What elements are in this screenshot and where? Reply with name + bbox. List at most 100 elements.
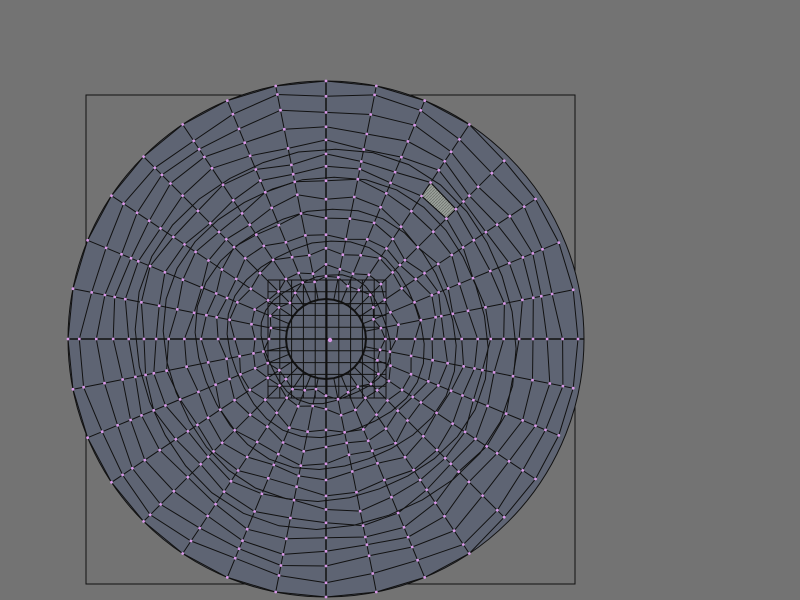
uv-vertex[interactable] xyxy=(127,337,131,341)
uv-vertex[interactable] xyxy=(129,418,133,422)
uv-vertex[interactable] xyxy=(324,508,328,511)
uv-vertex[interactable] xyxy=(189,539,193,543)
uv-vertex[interactable] xyxy=(541,247,544,251)
uv-vertex[interactable] xyxy=(451,312,455,316)
uv-vertex[interactable] xyxy=(121,473,124,477)
uv-vertex[interactable] xyxy=(339,413,343,417)
uv-vertex[interactable] xyxy=(461,394,464,397)
uv-vertex[interactable] xyxy=(248,388,252,392)
uv-vertex[interactable] xyxy=(534,424,537,428)
uv-vertex[interactable] xyxy=(374,84,378,88)
uv-vertex[interactable] xyxy=(449,462,453,466)
uv-vertex[interactable] xyxy=(286,147,290,150)
uv-vertex[interactable] xyxy=(241,539,244,543)
uv-vertex[interactable] xyxy=(367,554,371,558)
uv-vertex[interactable] xyxy=(243,141,247,145)
uv-mesh-canvas[interactable] xyxy=(0,0,800,600)
uv-vertex[interactable] xyxy=(495,508,499,512)
uv-vertex[interactable] xyxy=(490,171,494,175)
uv-vertex[interactable] xyxy=(347,453,351,457)
uv-vertex[interactable] xyxy=(389,364,392,368)
uv-vertex[interactable] xyxy=(365,132,369,136)
uv-vertex[interactable] xyxy=(406,419,409,422)
uv-vertex[interactable] xyxy=(164,404,167,407)
uv-vertex[interactable] xyxy=(245,527,249,531)
uv-pivot-vertex[interactable] xyxy=(327,337,333,343)
uv-vertex[interactable] xyxy=(103,293,107,297)
uv-vertex[interactable] xyxy=(90,291,94,294)
uv-vertex[interactable] xyxy=(281,441,285,444)
uv-vertex[interactable] xyxy=(159,503,163,506)
uv-vertex[interactable] xyxy=(430,337,434,341)
uv-vertex[interactable] xyxy=(206,514,210,518)
uv-vertex[interactable] xyxy=(387,379,391,383)
uv-vertex[interactable] xyxy=(481,368,484,372)
uv-vertex[interactable] xyxy=(355,490,358,494)
uv-vertex[interactable] xyxy=(370,449,374,453)
uv-vertex[interactable] xyxy=(288,301,292,305)
uv-vertex[interactable] xyxy=(248,154,252,158)
uv-vertex[interactable] xyxy=(113,295,117,299)
uv-vertex[interactable] xyxy=(148,513,152,517)
uv-vertex[interactable] xyxy=(324,263,328,266)
uv-vertex[interactable] xyxy=(299,212,303,215)
uv-vertex[interactable] xyxy=(152,409,156,412)
uv-vertex[interactable] xyxy=(531,337,535,341)
uv-vertex[interactable] xyxy=(181,552,185,555)
uv-vertex[interactable] xyxy=(174,437,178,441)
uv-vertex[interactable] xyxy=(344,237,348,241)
uv-vertex[interactable] xyxy=(134,375,137,379)
uv-vertex[interactable] xyxy=(163,270,167,274)
uv-vertex[interactable] xyxy=(362,148,366,151)
uv-vertex[interactable] xyxy=(142,155,146,159)
uv-vertex[interactable] xyxy=(476,185,480,189)
uv-vertex[interactable] xyxy=(254,168,258,171)
uv-vertex[interactable] xyxy=(358,167,362,171)
uv-vertex[interactable] xyxy=(436,384,440,387)
uv-vertex[interactable] xyxy=(111,337,115,341)
uv-vertex[interactable] xyxy=(472,398,475,402)
uv-vertex[interactable] xyxy=(403,258,407,262)
uv-vertex[interactable] xyxy=(159,227,162,230)
uv-vertex[interactable] xyxy=(172,489,176,493)
uv-vertex[interactable] xyxy=(450,253,454,257)
uv-vertex[interactable] xyxy=(231,112,235,116)
uv-vertex[interactable] xyxy=(271,258,275,262)
uv-vertex[interactable] xyxy=(279,108,282,112)
uv-vertex[interactable] xyxy=(409,354,413,358)
uv-vertex[interactable] xyxy=(165,369,169,373)
uv-vertex[interactable] xyxy=(462,200,465,203)
uv-vertex[interactable] xyxy=(302,449,306,453)
uv-vertex[interactable] xyxy=(416,245,420,249)
uv-vertex[interactable] xyxy=(461,543,465,546)
uv-vertex[interactable] xyxy=(336,397,340,401)
uv-vertex[interactable] xyxy=(143,458,147,462)
uv-vertex[interactable] xyxy=(372,221,376,225)
uv-vertex[interactable] xyxy=(253,308,257,311)
uv-vertex[interactable] xyxy=(104,246,108,250)
uv-vertex[interactable] xyxy=(338,267,342,271)
uv-vertex[interactable] xyxy=(229,479,233,483)
uv-vertex[interactable] xyxy=(460,337,464,341)
uv-vertex[interactable] xyxy=(311,404,315,408)
uv-vertex[interactable] xyxy=(192,139,196,143)
uv-vertex[interactable] xyxy=(545,337,549,341)
uv-vertex[interactable] xyxy=(154,337,158,341)
uv-vertex[interactable] xyxy=(234,277,238,281)
uv-vertex[interactable] xyxy=(443,514,446,518)
uv-vertex[interactable] xyxy=(343,430,346,434)
uv-vertex[interactable] xyxy=(218,408,222,411)
uv-vertex[interactable] xyxy=(420,194,423,198)
uv-vertex[interactable] xyxy=(474,437,477,441)
uv-vertex[interactable] xyxy=(266,361,270,365)
uv-vertex[interactable] xyxy=(467,480,471,484)
uv-vertex[interactable] xyxy=(413,337,417,341)
uv-vertex[interactable] xyxy=(277,574,281,577)
uv-vertex[interactable] xyxy=(508,214,512,218)
uv-vertex[interactable] xyxy=(454,207,458,211)
uv-vertex[interactable] xyxy=(324,111,328,114)
uv-vertex[interactable] xyxy=(400,287,404,290)
uv-vertex[interactable] xyxy=(157,304,161,308)
uv-vertex[interactable] xyxy=(144,373,148,377)
uv-vertex[interactable] xyxy=(414,277,418,281)
